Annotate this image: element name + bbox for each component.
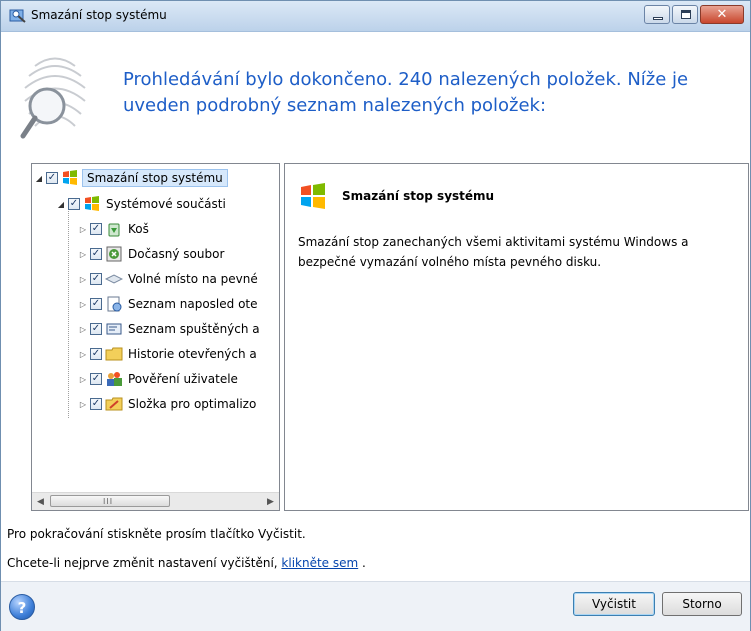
app-icon (9, 9, 26, 23)
expand-icon[interactable]: ▷ (78, 224, 88, 234)
scroll-thumb[interactable]: III (50, 495, 170, 507)
windows-logo-icon (301, 183, 325, 209)
expand-icon[interactable]: ▷ (78, 299, 88, 309)
expand-icon[interactable]: ▷ (78, 399, 88, 409)
tree-view[interactable]: ◢ ✓ Smazání stop systému ◢ ✓ Systémové s… (31, 163, 280, 511)
settings-link[interactable]: klikněte sem (281, 556, 358, 570)
minimize-icon (653, 17, 663, 20)
header: Prohledávání bylo dokončeno. 240 nalezen… (1, 32, 750, 160)
clean-button[interactable]: Vyčistit (573, 592, 655, 616)
tree-item-recent-docs[interactable]: ▷ ✓ Seznam naposled ote (78, 293, 258, 315)
footer-bar: ? Vyčistit Storno (1, 581, 750, 631)
tree-item-folder-history[interactable]: ▷ ✓ Historie otevřených a (78, 343, 257, 365)
disk-icon (105, 274, 123, 284)
scroll-right-icon[interactable]: ▶ (262, 493, 279, 510)
maximize-button[interactable] (672, 5, 698, 24)
expand-icon[interactable]: ▷ (78, 374, 88, 384)
settings-hint: Chcete-li nejprve změnit nastavení vyčiš… (7, 556, 366, 570)
item-checkbox[interactable]: ✓ (90, 273, 102, 285)
item-checkbox[interactable]: ✓ (90, 398, 102, 410)
item-label: Dočasný soubor (128, 247, 225, 261)
tree-item-temp-file[interactable]: ▷ ✓ Dočasný soubor (78, 243, 224, 265)
windows-logo-icon (63, 170, 77, 185)
expand-icon[interactable]: ▷ (78, 324, 88, 334)
item-label: Historie otevřených a (128, 347, 257, 361)
settings-hint-suffix: . (358, 556, 366, 570)
collapse-icon[interactable]: ◢ (56, 199, 66, 209)
tree-item-prefetch-folder[interactable]: ▷ ✓ Složka pro optimalizo (78, 393, 256, 415)
item-checkbox[interactable]: ✓ (90, 298, 102, 310)
detail-title: Smazání stop systému (342, 189, 495, 203)
item-checkbox[interactable]: ✓ (90, 348, 102, 360)
item-checkbox[interactable]: ✓ (90, 323, 102, 335)
cancel-button[interactable]: Storno (662, 592, 742, 616)
fingerprint-magnifier-icon (20, 57, 86, 139)
scroll-grip: III (103, 497, 114, 506)
tree-item-free-space[interactable]: ▷ ✓ Volné místo na pevné (78, 268, 258, 290)
temp-file-icon (106, 246, 122, 262)
expand-icon[interactable]: ▷ (78, 349, 88, 359)
window-controls: ✕ (642, 5, 744, 25)
item-label: Seznam spuštěných a (128, 322, 260, 336)
expand-icon[interactable]: ▷ (78, 249, 88, 259)
tree-group-checkbox[interactable]: ✓ (68, 198, 80, 210)
close-icon: ✕ (716, 7, 728, 22)
tree-group-label: Systémové součásti (106, 197, 226, 211)
window-title: Smazání stop systému (31, 8, 167, 22)
tree-root-label: Smazání stop systému (82, 169, 228, 187)
tree-item-run-list[interactable]: ▷ ✓ Seznam spuštěných a (78, 318, 260, 340)
tree-root-item[interactable]: ◢ ✓ Smazání stop systému (34, 167, 228, 189)
prefetch-folder-icon (105, 397, 123, 411)
tree-item-recycle-bin[interactable]: ▷ ✓ Koš (78, 218, 149, 240)
horizontal-scrollbar[interactable]: ◀ III ▶ (32, 492, 279, 510)
tree-guide-line (68, 208, 69, 418)
cleanup-window: Smazání stop systému ✕ Prohledávání bylo… (0, 0, 751, 631)
detail-pane: Smazání stop systému Smazání stop zanech… (284, 163, 749, 511)
recycle-bin-icon (108, 223, 120, 237)
expand-icon[interactable]: ▷ (78, 274, 88, 284)
close-button[interactable]: ✕ (700, 5, 744, 24)
tree-item-user-credentials[interactable]: ▷ ✓ Pověření uživatele (78, 368, 238, 390)
item-checkbox[interactable]: ✓ (90, 223, 102, 235)
item-label: Volné místo na pevné (128, 272, 258, 286)
item-checkbox[interactable]: ✓ (90, 373, 102, 385)
maximize-icon (681, 10, 691, 19)
instruction-text: Pro pokračování stiskněte prosím tlačítk… (7, 527, 306, 541)
item-checkbox[interactable]: ✓ (90, 248, 102, 260)
recent-docs-icon (107, 296, 122, 312)
help-icon[interactable]: ? (9, 594, 35, 620)
collapse-icon[interactable]: ◢ (34, 173, 44, 183)
title-bar[interactable]: Smazání stop systému ✕ (1, 1, 750, 32)
user-credentials-icon (107, 372, 122, 386)
page-heading: Prohledávání bylo dokončeno. 240 nalezen… (123, 69, 689, 116)
item-label: Pověření uživatele (128, 372, 238, 386)
tree-group-item[interactable]: ◢ ✓ Systémové součásti (56, 193, 226, 215)
windows-logo-icon (85, 196, 99, 211)
item-label: Složka pro optimalizo (128, 397, 257, 411)
folder-history-icon (105, 347, 123, 361)
tree-root-checkbox[interactable]: ✓ (46, 172, 58, 184)
run-list-icon (106, 323, 122, 335)
minimize-button[interactable] (644, 5, 670, 24)
item-label: Koš (128, 222, 149, 236)
item-label: Seznam naposled ote (128, 297, 258, 311)
settings-hint-prefix: Chcete-li nejprve změnit nastavení vyčiš… (7, 556, 282, 570)
scroll-left-icon[interactable]: ◀ (32, 493, 49, 510)
detail-description: Smazání stop zanechaných všemi aktivitam… (298, 235, 689, 269)
